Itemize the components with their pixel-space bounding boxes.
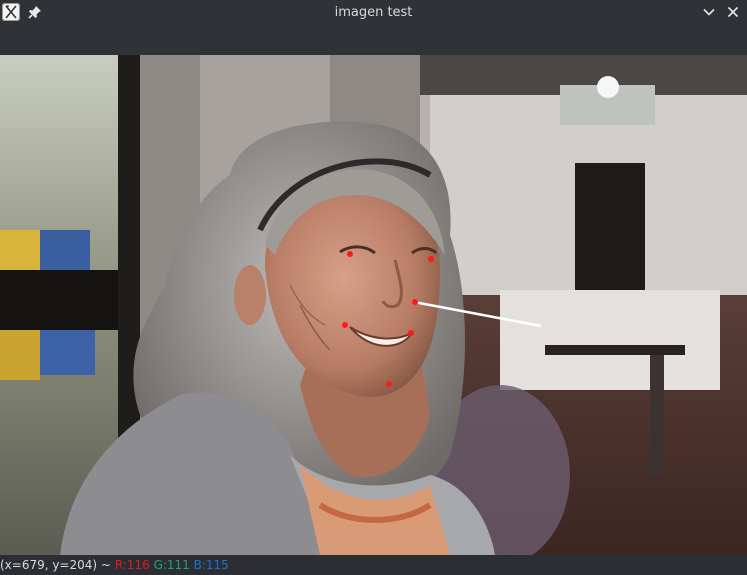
green-value: G:111 [153,558,190,572]
landmark-mouth-right [408,330,414,336]
window-title: imagen test [334,5,413,20]
red-value: R:116 [114,558,150,572]
landmark-right-eye [428,256,434,262]
image-canvas[interactable] [0,55,747,555]
landmark-left-eye [347,251,353,257]
chevron-down-icon[interactable] [701,4,717,20]
cursor-coords: (x=679, y=204) ~ [0,558,111,572]
blue-value: B:115 [193,558,229,572]
status-bar: (x=679, y=204) ~ R:116 G:111 B:115 [0,555,747,575]
title-bar: imagen test [0,0,747,26]
landmark-mouth-left [342,322,348,328]
landmark-chin [386,381,392,387]
toolbar-area [0,26,747,55]
photo-canvas [0,55,747,555]
close-icon[interactable] [725,4,741,20]
landmark-nose [412,299,418,305]
